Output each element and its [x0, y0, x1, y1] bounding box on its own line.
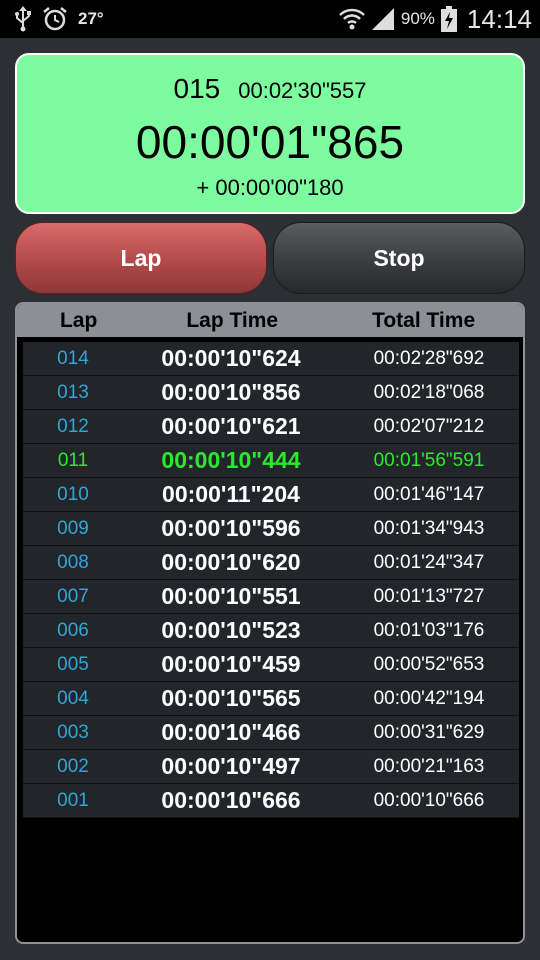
lap-number: 007 [57, 585, 89, 607]
lap-time: 00:00'10"856 [161, 379, 301, 405]
table-row: 003 00:00'10"466 00:00'31"629 [23, 716, 519, 750]
temperature-text: 27° [78, 9, 104, 28]
table-row: 008 00:00'10"620 00:01'24"347 [23, 546, 519, 580]
total-elapsed-time: 00:02'30"557 [238, 78, 367, 103]
status-bar: 27° 90% 14:14 [0, 0, 540, 38]
lap-total-time: 00:00'31"629 [373, 721, 485, 743]
lap-number: 001 [57, 789, 89, 811]
table-row: 014 00:00'10"624 00:02'28"692 [23, 342, 519, 376]
lap-total-time: 00:01'56"591 [373, 449, 485, 471]
wifi-icon [339, 7, 365, 31]
lap-total-time: 00:02'07"212 [373, 415, 485, 437]
lap-time: 00:00'10"620 [161, 549, 301, 575]
table-row: 005 00:00'10"459 00:00'52"653 [23, 648, 519, 682]
lap-difference: + 00:00'00"180 [196, 175, 344, 200]
lap-total-time: 00:00'42"194 [373, 687, 485, 709]
lap-time: 00:00'10"551 [161, 583, 301, 609]
table-row: 002 00:00'10"497 00:00'21"163 [23, 750, 519, 784]
lap-time: 00:00'10"621 [161, 413, 301, 439]
table-row: 004 00:00'10"565 00:00'42"194 [23, 682, 519, 716]
signal-icon [371, 7, 395, 31]
table-row: 013 00:00'10"856 00:02'18"068 [23, 376, 519, 410]
lap-button-label: Lap [120, 244, 162, 271]
lap-number: 014 [57, 347, 89, 369]
lap-total-time: 00:00'21"163 [373, 755, 485, 777]
table-row: 006 00:00'10"523 00:01'03"176 [23, 614, 519, 648]
lap-number: 008 [57, 551, 89, 573]
lap-time: 00:00'10"459 [161, 651, 301, 677]
lap-time: 00:00'10"596 [161, 515, 301, 541]
clock-time: 14:14 [466, 3, 532, 34]
header-lap: Lap [59, 308, 98, 332]
lap-total-time: 00:01'13"727 [373, 585, 485, 607]
lap-time: 00:00'10"565 [161, 685, 301, 711]
laps-list[interactable]: 014 00:00'10"624 00:02'28"692 013 00:00'10"8… [23, 342, 519, 818]
lap-time: 00:00'11"204 [162, 481, 300, 507]
table-row: 007 00:00'10"551 00:01'13"727 [23, 580, 519, 614]
lap-number: 011 [57, 449, 89, 471]
lap-total-time: 00:02'18"068 [373, 381, 485, 403]
alarm-icon [42, 6, 68, 32]
lap-number: 006 [57, 619, 89, 641]
header-lap-time: Lap Time [186, 308, 279, 332]
lap-time: 00:00'10"523 [161, 617, 301, 643]
usb-icon [14, 6, 32, 32]
lap-number: 005 [57, 653, 89, 675]
lap-total-time: 00:01'46"147 [373, 483, 485, 505]
laps-table[interactable]: Lap Lap Time Total Time 014 00:00'10"624 0… [15, 302, 525, 944]
lap-number: 003 [57, 721, 89, 743]
lap-number: 012 [57, 415, 89, 437]
timer-display: 015 00:02'30"557 00:00'01"865 + 00:00'00… [15, 53, 525, 214]
battery-charging-icon [440, 6, 457, 32]
lap-number: 004 [57, 687, 89, 709]
lap-number: 013 [57, 381, 89, 403]
lap-total-time: 00:02'28"692 [373, 347, 485, 369]
lap-total-time: 00:00'10"666 [373, 789, 485, 811]
lap-time: 00:00'10"466 [161, 719, 301, 745]
table-row: 009 00:00'10"596 00:01'34"943 [23, 512, 519, 546]
lap-button[interactable]: Lap [15, 222, 267, 294]
lap-number: 010 [57, 483, 89, 505]
stop-button-label: Stop [373, 244, 425, 271]
stop-button[interactable]: Stop [273, 222, 525, 294]
table-header: Lap Lap Time Total Time [17, 304, 523, 337]
battery-percent: 90% [400, 9, 435, 28]
lap-total-time: 00:00'52"653 [373, 653, 485, 675]
header-total-time: Total Time [372, 308, 476, 332]
lap-time: 00:00'10"624 [161, 345, 301, 371]
lap-total-time: 00:01'34"943 [373, 517, 485, 539]
lap-time: 00:00'10"497 [161, 753, 301, 779]
lap-total-time: 00:01'24"347 [373, 551, 485, 573]
lap-number: 009 [57, 517, 89, 539]
lap-time: 00:00'10"444 [161, 447, 301, 473]
table-row: 010 00:00'11"204 00:01'46"147 [23, 478, 519, 512]
table-row: 011 00:00'10"444 00:01'56"591 [23, 444, 519, 478]
current-lap-time: 00:00'01"865 [135, 116, 405, 168]
table-row: 012 00:00'10"621 00:02'07"212 [23, 410, 519, 444]
lap-number: 002 [57, 755, 89, 777]
lap-total-time: 00:01'03"176 [373, 619, 485, 641]
lap-counter: 015 [173, 73, 221, 104]
lap-time: 00:00'10"666 [161, 787, 301, 813]
table-row: 001 00:00'10"666 00:00'10"666 [23, 784, 519, 818]
